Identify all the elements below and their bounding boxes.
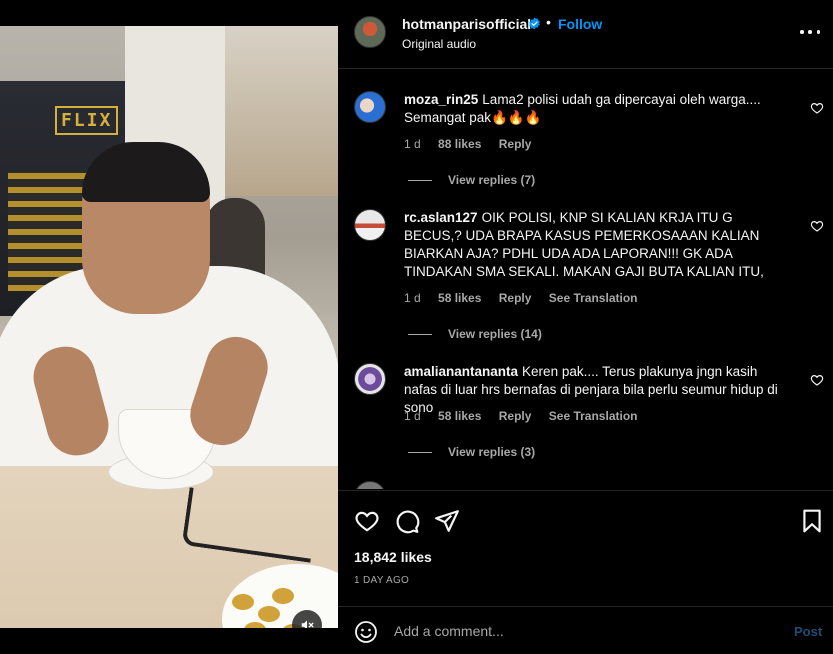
verified-badge-icon: [529, 17, 540, 30]
more-options-icon[interactable]: [800, 22, 820, 42]
comment-time: 1 d: [404, 409, 421, 423]
bookmark-icon[interactable]: [799, 508, 825, 534]
comment-time: 1 d: [404, 137, 421, 151]
comment-likes[interactable]: 88 likes: [438, 137, 481, 151]
add-comment-bar: Post: [338, 606, 833, 654]
food-item: [272, 588, 294, 604]
reply-button[interactable]: Reply: [499, 291, 532, 305]
speaker-muted-icon: [301, 620, 314, 628]
author-avatar[interactable]: [354, 16, 386, 48]
comment-meta: 1 d 88 likes Reply: [404, 137, 545, 151]
post-header: hotmanparisofficial • Follow Original au…: [338, 0, 833, 69]
heart-icon[interactable]: [810, 219, 824, 233]
reply-button[interactable]: Reply: [499, 137, 532, 151]
comment-likes[interactable]: 58 likes: [438, 409, 481, 423]
more-dot: [800, 30, 804, 34]
commenter-username[interactable]: amalianantananta: [404, 364, 518, 379]
reply-button[interactable]: Reply: [499, 409, 532, 423]
separator-dot: •: [546, 14, 551, 30]
likes-count[interactable]: 18,842 likes: [354, 549, 432, 565]
commenter-avatar[interactable]: [354, 481, 386, 489]
see-translation-button[interactable]: See Translation: [549, 291, 638, 305]
post-date: 1 DAY AGO: [354, 575, 410, 586]
audio-label[interactable]: Original audio: [402, 37, 476, 51]
commenter-avatar[interactable]: [354, 209, 386, 241]
comments-list[interactable]: moza_rin25 Lama2 polisi udah ga dipercaya…: [338, 69, 833, 489]
heart-icon[interactable]: [810, 373, 824, 387]
comment-likes[interactable]: 58 likes: [438, 291, 481, 305]
post-button[interactable]: Post: [794, 624, 822, 639]
post-details-panel: hotmanparisofficial • Follow Original au…: [338, 0, 833, 654]
commenter-username[interactable]: moza_rin25: [404, 92, 478, 107]
see-translation-button[interactable]: See Translation: [549, 409, 638, 423]
heart-icon[interactable]: [810, 101, 824, 115]
author-username[interactable]: hotmanparisofficial: [402, 16, 531, 32]
food-item: [232, 594, 254, 610]
view-replies-button[interactable]: View replies (3): [408, 445, 535, 459]
comment-meta: 1 d 58 likes Reply See Translation: [404, 291, 651, 305]
comment-meta: 1 d 58 likes Reply See Translation: [404, 409, 651, 423]
share-icon[interactable]: [434, 508, 460, 534]
heart-icon[interactable]: [354, 508, 380, 534]
comment-body: moza_rin25 Lama2 polisi udah ga dipercaya…: [404, 91, 794, 127]
food-item: [244, 622, 266, 628]
comment-icon[interactable]: [394, 508, 420, 534]
follow-button[interactable]: Follow: [558, 16, 602, 32]
post-video[interactable]: FLIX: [0, 26, 338, 628]
mall-ceiling: [225, 26, 338, 196]
view-replies-button[interactable]: View replies (7): [408, 173, 535, 187]
commenter-username[interactable]: rc.aslan127: [404, 210, 478, 225]
emoji-icon[interactable]: [354, 620, 378, 644]
more-dot: [816, 30, 820, 34]
commenter-avatar[interactable]: [354, 363, 386, 395]
view-replies-button[interactable]: View replies (14): [408, 327, 542, 341]
cinema-sign: FLIX: [55, 106, 119, 135]
comment-body: rc.aslan127 OIK POLISI, KNP SI KALIAN KRJ…: [404, 209, 794, 281]
commenter-avatar[interactable]: [354, 91, 386, 123]
food-item: [258, 606, 280, 622]
comment-time: 1 d: [404, 291, 421, 305]
more-dot: [808, 30, 812, 34]
post-actions: 18,842 likes 1 DAY AGO: [338, 490, 833, 594]
comment-input[interactable]: [394, 619, 774, 643]
